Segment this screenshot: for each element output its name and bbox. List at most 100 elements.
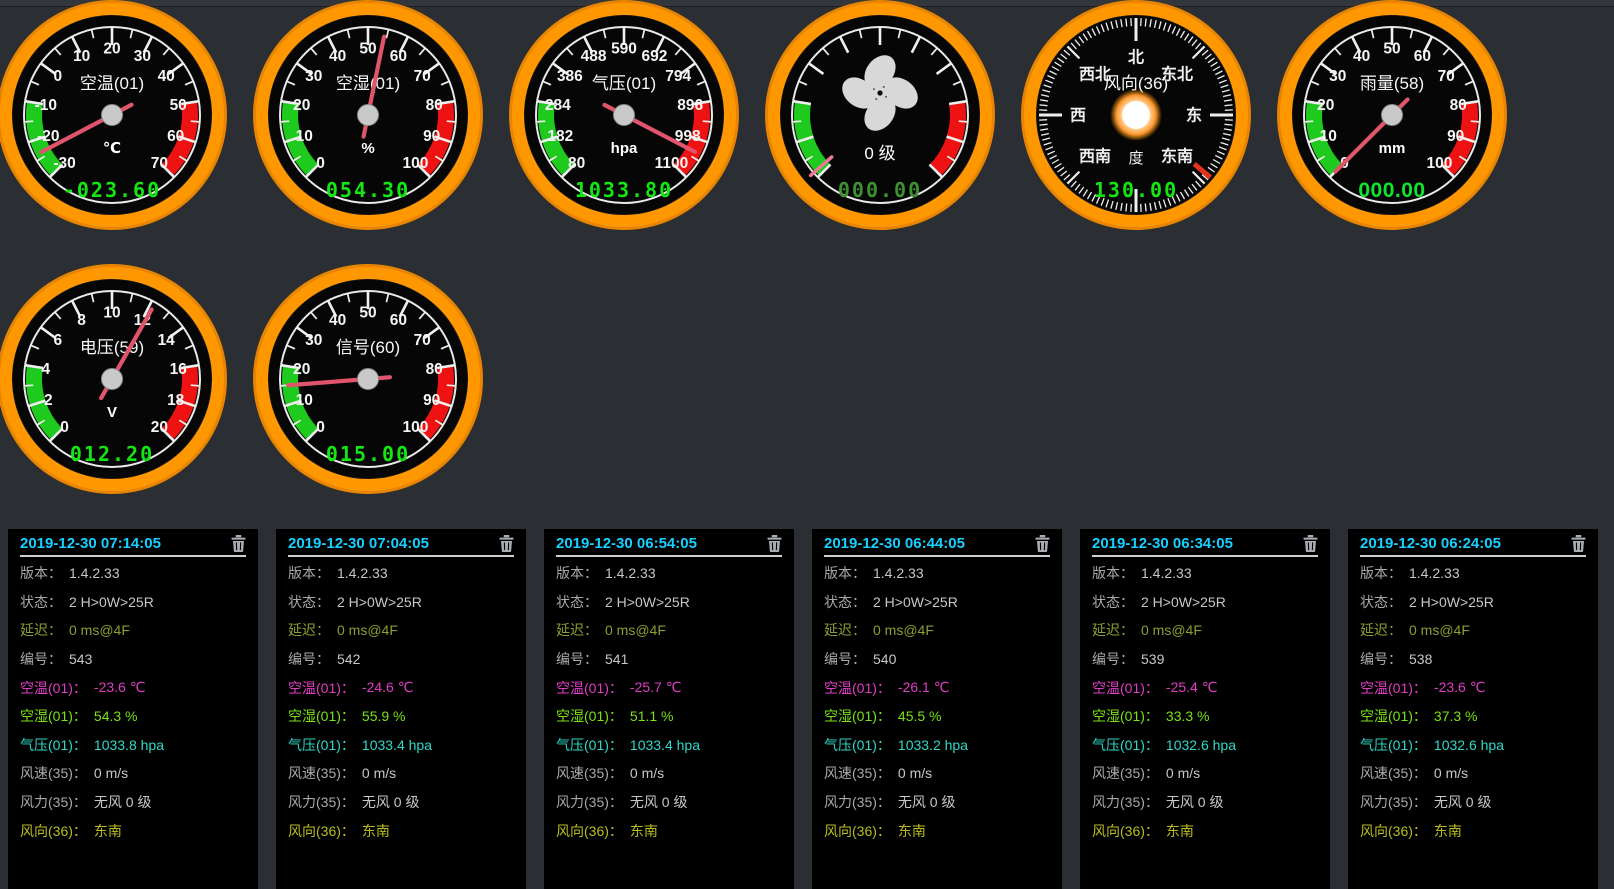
field-label: 气压(01)： bbox=[824, 735, 891, 755]
dial-label: 50 bbox=[170, 97, 187, 114]
field-label: 风速(35)： bbox=[824, 763, 891, 783]
field-value: 东南 bbox=[94, 821, 122, 841]
field-label: 空温(01)： bbox=[1092, 678, 1159, 698]
record-card-header: 2019-12-30 06:54:05 bbox=[556, 529, 782, 554]
dial-label: 90 bbox=[1447, 128, 1464, 145]
dial-label: 10 bbox=[103, 305, 120, 322]
field-label: 空温(01)： bbox=[824, 678, 891, 698]
field-label: 风力(35)： bbox=[1360, 792, 1427, 812]
record-card: 2019-12-30 07:04:05 版本： 1.4.2.33 状态： 2 H… bbox=[276, 529, 526, 889]
field-wind_speed: 风速(35)： 0 m/s bbox=[1092, 759, 1318, 788]
field-label: 版本： bbox=[20, 563, 62, 583]
record-timestamp: 2019-12-30 07:04:05 bbox=[288, 535, 429, 552]
field-value: 1033.4 hpa bbox=[362, 737, 432, 753]
field-pressure: 气压(01)： 1033.8 hpa bbox=[20, 731, 246, 760]
field-wind_power: 风力(35)： 无风 0 级 bbox=[824, 788, 1050, 817]
field-status: 状态： 2 H>0W>25R bbox=[556, 588, 782, 617]
dial-label: 1100 bbox=[655, 155, 689, 172]
field-value: 538 bbox=[1409, 651, 1432, 667]
field-value: 1032.6 hpa bbox=[1434, 737, 1504, 753]
field-label: 编号： bbox=[20, 649, 62, 669]
field-value: -26.1 ℃ bbox=[898, 679, 950, 696]
field-wind_speed: 风速(35)： 0 m/s bbox=[20, 759, 246, 788]
delete-record-button[interactable] bbox=[498, 535, 514, 553]
dial-label: 18 bbox=[167, 392, 185, 409]
field-status: 状态： 2 H>0W>25R bbox=[1360, 588, 1586, 617]
dial-label: 284 bbox=[545, 97, 571, 114]
gauge-value-display: 000.00 bbox=[1358, 179, 1425, 202]
dial-label: 100 bbox=[402, 419, 428, 436]
field-label: 风力(35)： bbox=[1092, 792, 1159, 812]
record-card: 2019-12-30 06:34:05 版本： 1.4.2.33 状态： 2 H… bbox=[1080, 529, 1330, 889]
header-divider bbox=[824, 555, 1050, 557]
dial-label: 90 bbox=[423, 392, 440, 409]
dial-label: 386 bbox=[557, 68, 583, 85]
record-fields: 版本： 1.4.2.33 状态： 2 H>0W>25R 延迟： 0 ms@4F … bbox=[556, 559, 782, 845]
field-label: 风速(35)： bbox=[1092, 763, 1159, 783]
field-value: -25.7 ℃ bbox=[630, 679, 682, 696]
gauge-unit: ℃ bbox=[103, 140, 121, 157]
delete-record-button[interactable] bbox=[1034, 535, 1050, 553]
record-fields: 版本： 1.4.2.33 状态： 2 H>0W>25R 延迟： 0 ms@4F … bbox=[20, 559, 246, 845]
field-humidity: 空湿(01)： 55.9 % bbox=[288, 702, 514, 731]
field-value: 37.3 % bbox=[1434, 708, 1478, 724]
field-value: 0 m/s bbox=[362, 765, 396, 781]
field-value: 539 bbox=[1141, 651, 1164, 667]
record-card-header: 2019-12-30 07:14:05 bbox=[20, 529, 246, 554]
dial-label: 692 bbox=[641, 48, 667, 65]
delete-record-button[interactable] bbox=[230, 535, 246, 553]
field-wind_dir: 风向(36)： 东南 bbox=[1360, 816, 1586, 845]
gauge-title: 空湿(01) bbox=[336, 74, 400, 93]
dial-label: 0 bbox=[316, 155, 325, 172]
field-label: 空温(01)： bbox=[556, 678, 623, 698]
gauge-voltage: 02468101214161820电压(59)V 012.20 bbox=[0, 263, 228, 495]
field-delay: 延迟： 0 ms@4F bbox=[20, 616, 246, 645]
field-serial: 编号： 543 bbox=[20, 645, 246, 674]
field-temp: 空温(01)： -23.6 ℃ bbox=[1360, 673, 1586, 702]
field-value: 东南 bbox=[630, 821, 658, 841]
field-humidity: 空湿(01)： 37.3 % bbox=[1360, 702, 1586, 731]
header-divider bbox=[1360, 555, 1586, 557]
field-value: 2 H>0W>25R bbox=[337, 594, 422, 610]
field-wind_dir: 风向(36)： 东南 bbox=[1092, 816, 1318, 845]
field-value: 1.4.2.33 bbox=[69, 565, 120, 581]
delete-record-button[interactable] bbox=[1570, 535, 1586, 553]
field-label: 编号： bbox=[288, 649, 330, 669]
direction-label: 东南 bbox=[1161, 147, 1193, 166]
field-value: 543 bbox=[69, 651, 92, 667]
dial-label: 30 bbox=[1329, 68, 1346, 85]
dial-label: 60 bbox=[390, 312, 407, 329]
field-wind_power: 风力(35)： 无风 0 级 bbox=[1360, 788, 1586, 817]
field-value: -24.6 ℃ bbox=[362, 679, 414, 696]
field-wind_dir: 风向(36)： 东南 bbox=[556, 816, 782, 845]
field-label: 编号： bbox=[556, 649, 598, 669]
field-label: 状态： bbox=[288, 592, 330, 612]
field-value: 东南 bbox=[1166, 821, 1194, 841]
field-temp: 空温(01)： -24.6 ℃ bbox=[288, 673, 514, 702]
delete-record-button[interactable] bbox=[1302, 535, 1318, 553]
field-delay: 延迟： 0 ms@4F bbox=[824, 616, 1050, 645]
dial-label: 50 bbox=[1383, 41, 1400, 58]
dial-label: 896 bbox=[677, 97, 703, 114]
record-cards-row: 2019-12-30 07:14:05 版本： 1.4.2.33 状态： 2 H… bbox=[8, 529, 1598, 889]
dial-label: 20 bbox=[1317, 97, 1334, 114]
field-value: 无风 0 级 bbox=[362, 792, 420, 812]
field-serial: 编号： 538 bbox=[1360, 645, 1586, 674]
header-divider bbox=[1092, 555, 1318, 557]
dial-label: 70 bbox=[414, 332, 431, 349]
field-label: 空湿(01)： bbox=[556, 706, 623, 726]
record-timestamp: 2019-12-30 06:54:05 bbox=[556, 535, 697, 552]
record-fields: 版本： 1.4.2.33 状态： 2 H>0W>25R 延迟： 0 ms@4F … bbox=[1360, 559, 1586, 845]
field-label: 气压(01)： bbox=[20, 735, 87, 755]
field-label: 延迟： bbox=[288, 620, 330, 640]
dial-label: 50 bbox=[359, 41, 376, 58]
field-humidity: 空湿(01)： 51.1 % bbox=[556, 702, 782, 731]
field-value: 1.4.2.33 bbox=[1141, 565, 1192, 581]
delete-record-button[interactable] bbox=[766, 535, 782, 553]
field-value: 540 bbox=[873, 651, 896, 667]
dial-label: 10 bbox=[73, 48, 90, 65]
dial-label: 70 bbox=[151, 155, 168, 172]
field-status: 状态： 2 H>0W>25R bbox=[824, 588, 1050, 617]
field-value: 1033.4 hpa bbox=[630, 737, 700, 753]
field-serial: 编号： 541 bbox=[556, 645, 782, 674]
